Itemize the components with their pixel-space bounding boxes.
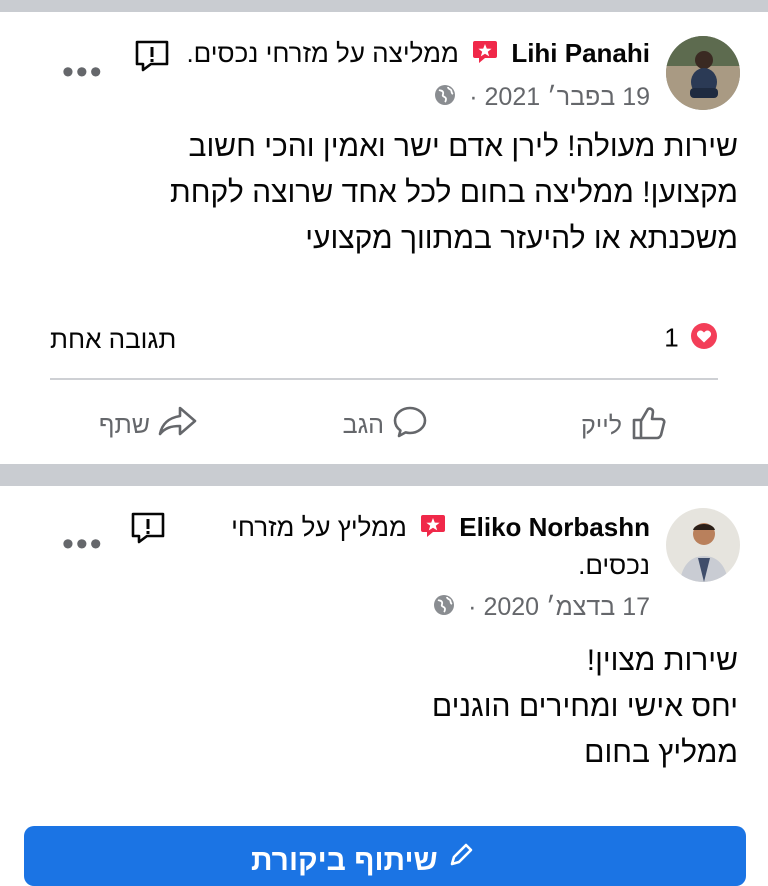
review-body: שירות מעולה! לירן אדם ישר ואמין והכי חשו… <box>170 124 738 262</box>
review-body-line: ממליץ בחום <box>584 736 738 769</box>
share-button[interactable]: שתף <box>99 404 198 447</box>
report-icon[interactable] <box>130 512 165 544</box>
like-button[interactable]: לייק <box>581 404 668 449</box>
review-meta: 17 בדצמ׳ 2020 · <box>433 592 650 623</box>
share-label: שתף <box>98 411 150 439</box>
recommend-text: ממליץ על מזרחי <box>231 512 407 542</box>
review-header: Eliko Norbashn ממליץ על מזרחי <box>231 510 650 546</box>
reactions-count[interactable]: 1 <box>664 322 718 357</box>
author-name[interactable]: Lihi Panahi <box>511 38 650 68</box>
heart-icon <box>690 322 718 357</box>
edit-icon <box>438 843 476 877</box>
meta-dot: · <box>462 83 478 111</box>
meta-dot: · <box>461 593 477 621</box>
review-body: שירות מצוין! יחס אישי ומחירים הוגנים ממל… <box>432 638 738 776</box>
actions-divider <box>50 378 718 380</box>
review-body-line: שירות מעולה! לירן אדם ישר ואמין והכי חשו… <box>188 130 739 163</box>
review-header-line2: נכסים. <box>578 548 650 582</box>
review-body-line: מקצוען! ממליצה בחום לכל אחד שרוצה לקחת <box>170 176 738 209</box>
avatar[interactable] <box>666 36 740 110</box>
author-name[interactable]: Eliko Norbashn <box>459 512 650 542</box>
review-separator <box>0 464 768 486</box>
review-date[interactable]: 19 בפבר׳ 2021 <box>485 83 650 111</box>
comment-label: הגב <box>342 411 384 439</box>
recommend-text-continued: נכסים. <box>578 550 650 580</box>
review-card-2: Eliko Norbashn ממליץ על מזרחי נכסים. 17 … <box>0 486 768 858</box>
write-review-label: שיתוף ביקורת <box>251 840 476 878</box>
comments-count[interactable]: תגובה אחת <box>50 324 176 355</box>
comment-button[interactable]: הגב <box>343 404 428 447</box>
report-icon[interactable] <box>134 40 169 72</box>
review-body-line: יחס אישי ומחירים הוגנים <box>431 690 738 723</box>
review-header: Lihi Panahi ממליצה על מזרחי נכסים. <box>186 36 650 72</box>
avatar[interactable] <box>666 508 740 582</box>
write-review-text: שיתוף ביקורת <box>251 844 438 877</box>
like-label: לייק <box>581 412 622 440</box>
review-card-1: Lihi Panahi ממליצה על מזרחי נכסים. 19 בפ… <box>0 12 768 464</box>
share-icon <box>158 404 198 447</box>
recommend-icon <box>472 38 498 72</box>
review-body-line: משכנתא או להיעזר במתווך מקצועי <box>305 222 738 255</box>
comment-icon <box>392 404 428 447</box>
review-body-line: שירות מצוין! <box>586 644 738 677</box>
reactions-number: 1 <box>664 322 679 353</box>
more-icon[interactable]: ••• <box>62 55 104 89</box>
write-review-button[interactable]: שיתוף ביקורת <box>24 826 746 886</box>
like-icon <box>630 404 668 449</box>
review-meta: 19 בפבר׳ 2021 · <box>434 82 650 113</box>
recommend-text: ממליצה על מזרחי נכסים. <box>186 38 459 68</box>
more-icon[interactable]: ••• <box>62 527 104 561</box>
recommend-icon <box>420 512 446 546</box>
globe-icon <box>434 83 456 113</box>
review-date[interactable]: 17 בדצמ׳ 2020 <box>483 593 650 621</box>
globe-icon <box>433 593 455 623</box>
top-separator <box>0 0 768 12</box>
